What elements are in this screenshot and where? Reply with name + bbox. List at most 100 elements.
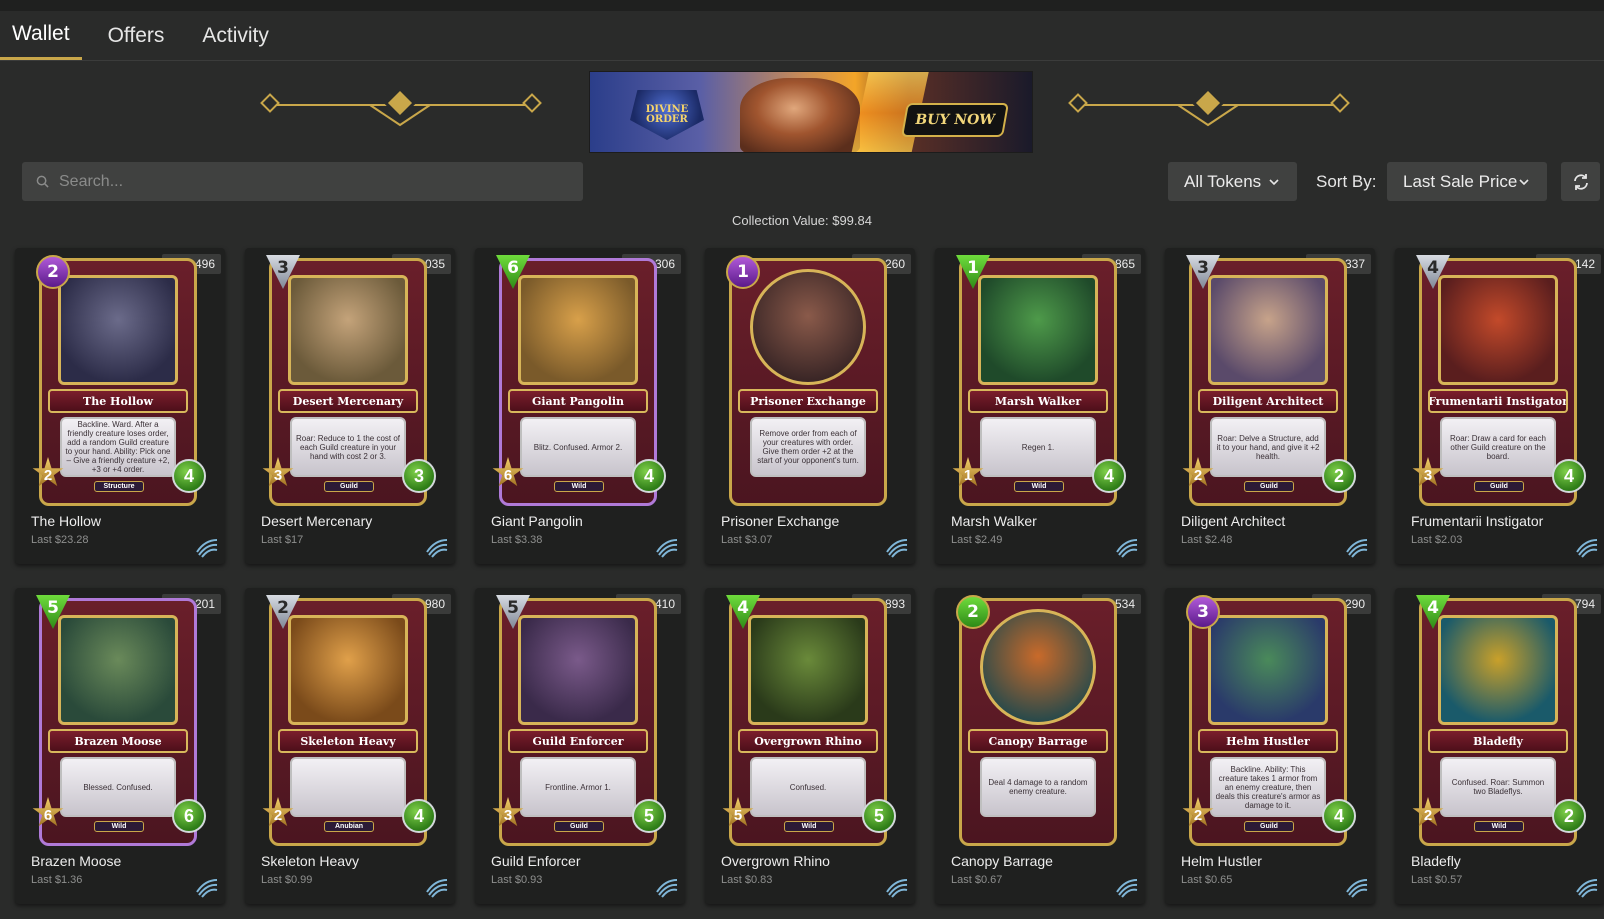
card-nameplate: Giant Pangolin: [508, 389, 648, 413]
card-tribe: Wild: [94, 821, 144, 832]
sort-value: Last Sale Price: [1403, 171, 1518, 191]
card-tile[interactable]: 2 / 25 337Diligent ArchitectRoar: Delve …: [1165, 248, 1375, 564]
card-image: The Hollow Backline. Ward. After a friend…: [32, 255, 206, 506]
card-tile[interactable]: 1 / 2 980Skeleton HeavyAnubian224Skeleto…: [245, 588, 455, 904]
card-art: [288, 275, 408, 385]
immutable-x-icon: [656, 879, 678, 898]
health-value: 2: [1322, 459, 1356, 493]
card-name: Skeleton Heavy: [261, 853, 360, 869]
card-name: Prisoner Exchange: [721, 513, 840, 529]
tab-activity[interactable]: Activity: [190, 11, 281, 60]
card-name: The Hollow: [31, 513, 102, 529]
card-nameplate: Bladefly: [1428, 729, 1568, 753]
card-tribe: Wild: [1474, 821, 1524, 832]
card-tribe: Guild: [1474, 481, 1524, 492]
logo-line-2: ORDER: [646, 114, 688, 125]
immutable-x-icon: [886, 539, 908, 558]
card-tile[interactable]: 2 / 9 260Prisoner ExchangeRemove order f…: [705, 248, 915, 564]
card-rules-text: Confused.: [750, 757, 866, 817]
card-rules-text: Remove order from each of your creatures…: [750, 417, 866, 477]
last-sale-price: Last $23.28: [31, 534, 89, 546]
card-name: Bladefly: [1411, 853, 1461, 869]
card-art: [58, 275, 178, 385]
immutable-x-icon: [1346, 879, 1368, 898]
mana-cost: 1: [726, 255, 760, 289]
card-art: [1438, 275, 1558, 385]
card-nameplate: The Hollow: [48, 389, 188, 413]
health-value: 5: [632, 799, 666, 833]
card-tribe: Guild: [1244, 821, 1294, 832]
last-sale-price: Last $17: [261, 534, 304, 546]
card-rules-text: Frontline. Armor 1.: [520, 757, 636, 817]
card-tile[interactable]: 2 / 9 035Desert MercenaryRoar: Reduce to…: [245, 248, 455, 564]
tab-wallet[interactable]: Wallet: [0, 11, 82, 60]
top-strip: [0, 0, 1604, 11]
card-grid: 1 / 3 496The HollowBackline. Ward. After…: [15, 248, 1604, 904]
immutable-x-icon: [426, 539, 448, 558]
card-tile[interactable]: 2 / 1 893Overgrown RhinoConfused.Wild455…: [705, 588, 915, 904]
health-value: 4: [1092, 459, 1126, 493]
card-tile[interactable]: 1 / 2 794BladeflyConfused. Roar: Summon …: [1395, 588, 1604, 904]
buy-now-button[interactable]: BUY NOW: [901, 103, 1009, 137]
sort-by-label: Sort By:: [1316, 171, 1377, 191]
last-sale-price: Last $0.83: [721, 874, 773, 886]
card-image: Marsh Walker Regen 1. Wild 1 1 4: [952, 255, 1126, 506]
immutable-x-icon: [886, 879, 908, 898]
card-image: Canopy Barrage Deal 4 damage to a random …: [956, 595, 1117, 846]
card-tile[interactable]: 2 / 39 410Guild EnforcerFrontline. Armor…: [475, 588, 685, 904]
card-name: Frumentarii Instigator: [1411, 513, 1544, 529]
card-name: Guild Enforcer: [491, 853, 581, 869]
refresh-button[interactable]: [1561, 162, 1600, 201]
card-art: [1208, 275, 1328, 385]
last-sale-price: Last $3.07: [721, 534, 773, 546]
card-name: Canopy Barrage: [951, 853, 1053, 869]
card-rules-text: Backline. Ability: This creature takes 1…: [1210, 757, 1326, 817]
card-art: [1438, 615, 1558, 725]
card-tile[interactable]: 2 / 2 201Brazen MooseBlessed. Confused.W…: [15, 588, 225, 904]
token-filter-dropdown[interactable]: All Tokens: [1168, 162, 1298, 201]
card-tribe: Wild: [554, 481, 604, 492]
promo-banner[interactable]: DIVINE ORDER BUY NOW: [589, 71, 1033, 153]
card-nameplate: Guild Enforcer: [508, 729, 648, 753]
card-nameplate: Brazen Moose: [48, 729, 188, 753]
search-input[interactable]: [59, 172, 559, 191]
sort-dropdown[interactable]: Last Sale Price: [1387, 162, 1548, 201]
card-image: Skeleton Heavy Anubian 2 2 4: [262, 595, 436, 846]
card-rules-text: Roar: Draw a card for each other Guild c…: [1440, 417, 1556, 477]
card-name: Desert Mercenary: [261, 513, 373, 529]
card-rules-text: Blitz. Confused. Armor 2.: [520, 417, 636, 477]
health-value: 4: [1322, 799, 1356, 833]
last-sale-price: Last $2.48: [1181, 534, 1233, 546]
last-sale-price: Last $0.65: [1181, 874, 1233, 886]
card-art: [748, 615, 868, 725]
card-nameplate: Skeleton Heavy: [278, 729, 418, 753]
card-rules-text: Deal 4 damage to a random enemy creature…: [980, 757, 1096, 817]
card-tile[interactable]: 1 / 3 496The HollowBackline. Ward. After…: [15, 248, 225, 564]
card-tile[interactable]: 1 / 3 534Canopy BarrageDeal 4 damage to …: [935, 588, 1145, 904]
tab-offers[interactable]: Offers: [96, 11, 177, 60]
card-image: Frumentarii Instigator Roar: Draw a card …: [1412, 255, 1586, 506]
card-rules-text: Blessed. Confused.: [60, 757, 176, 817]
card-nameplate: Frumentarii Instigator: [1428, 389, 1568, 413]
right-ornament: [1068, 87, 1350, 127]
card-art: [58, 615, 178, 725]
immutable-x-icon: [196, 539, 218, 558]
card-tribe: Guild: [554, 821, 604, 832]
card-tile[interactable]: 1 / 25 142Frumentarii InstigatorRoar: Dr…: [1395, 248, 1604, 564]
banner-hero-art: [740, 78, 860, 152]
card-art: [518, 275, 638, 385]
banner-row: DIVINE ORDER BUY NOW: [0, 71, 1604, 153]
immutable-x-icon: [1576, 539, 1598, 558]
card-art: [1208, 615, 1328, 725]
card-tile[interactable]: 1 / 9 290Helm HustlerBackline. Ability: …: [1165, 588, 1375, 904]
card-art: [980, 609, 1096, 725]
card-tribe: Wild: [1014, 481, 1064, 492]
search-box[interactable]: [22, 162, 583, 201]
card-art: [288, 615, 408, 725]
toolbar: All Tokens Sort By: Last Sale Price: [0, 162, 1604, 202]
card-rules-text: Confused. Roar: Summon two Bladeflys.: [1440, 757, 1556, 817]
card-name: Brazen Moose: [31, 853, 122, 869]
card-tile[interactable]: 2 / 3 865Marsh WalkerRegen 1.Wild114Mars…: [935, 248, 1145, 564]
card-nameplate: Marsh Walker: [968, 389, 1108, 413]
card-tile[interactable]: 2 / 2 306Giant PangolinBlitz. Confused. …: [475, 248, 685, 564]
